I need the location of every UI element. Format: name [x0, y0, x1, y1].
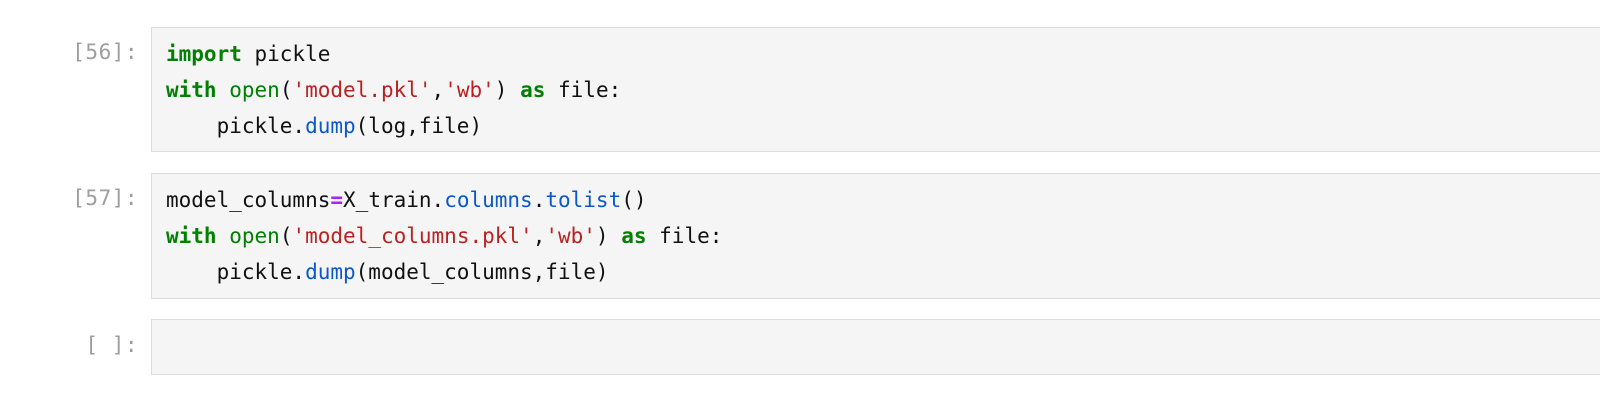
code-token: open: [229, 224, 280, 248]
code-token: as: [520, 78, 546, 102]
code-token: .: [532, 188, 546, 212]
code-token: =: [330, 188, 344, 212]
code-token: 'model_columns.pkl': [292, 224, 533, 248]
code-token: (log,file): [355, 114, 483, 138]
code-editor[interactable]: [151, 319, 1600, 375]
code-token: model_columns: [166, 188, 331, 212]
code-token: dump: [305, 114, 356, 138]
code-line: with open('model_columns.pkl','wb') as f…: [166, 218, 1600, 254]
code-token: pickle.: [166, 114, 306, 138]
code-token: 'model.pkl': [292, 78, 432, 102]
code-token: file:: [545, 78, 622, 102]
code-line: model_columns=X_train.columns.tolist(): [166, 182, 1600, 218]
code-token: ): [494, 78, 521, 102]
code-editor[interactable]: model_columns=X_train.columns.tolist() wi…: [151, 173, 1600, 299]
code-token: 'wb': [545, 224, 596, 248]
notebook: [56]: import pickle with open('model.pkl'…: [0, 0, 1600, 411]
code-token: X_train.: [343, 188, 445, 212]
code-token: dump: [305, 260, 356, 284]
code-token: (model_columns,file): [355, 260, 609, 284]
code-line: pickle.dump(log,file): [166, 108, 1600, 144]
code-token: (): [621, 188, 647, 212]
code-token: with: [166, 78, 217, 102]
code-token: tolist: [545, 188, 622, 212]
code-token: as: [621, 224, 647, 248]
code-token: ): [595, 224, 622, 248]
code-token: file:: [646, 224, 723, 248]
code-line: with open('model.pkl','wb') as file:: [166, 72, 1600, 108]
code-token: columns: [444, 188, 533, 212]
code-token: 'wb': [444, 78, 495, 102]
code-token: ,: [532, 224, 546, 248]
code-token: with: [166, 224, 217, 248]
code-editor[interactable]: import pickle with open('model.pkl','wb')…: [151, 27, 1600, 152]
code-token: open: [229, 78, 280, 102]
execution-count-prompt: [56]:: [72, 40, 138, 64]
execution-count-prompt: [57]:: [72, 186, 138, 210]
code-token: (: [279, 224, 293, 248]
code-token: import: [166, 42, 242, 66]
execution-count-prompt: [ ]:: [85, 333, 138, 357]
code-token: ,: [431, 78, 445, 102]
code-token: pickle: [241, 42, 331, 66]
code-token: (: [279, 78, 293, 102]
code-token: pickle.: [166, 260, 306, 284]
code-line: import pickle: [166, 36, 1600, 72]
code-line: pickle.dump(model_columns,file): [166, 254, 1600, 290]
